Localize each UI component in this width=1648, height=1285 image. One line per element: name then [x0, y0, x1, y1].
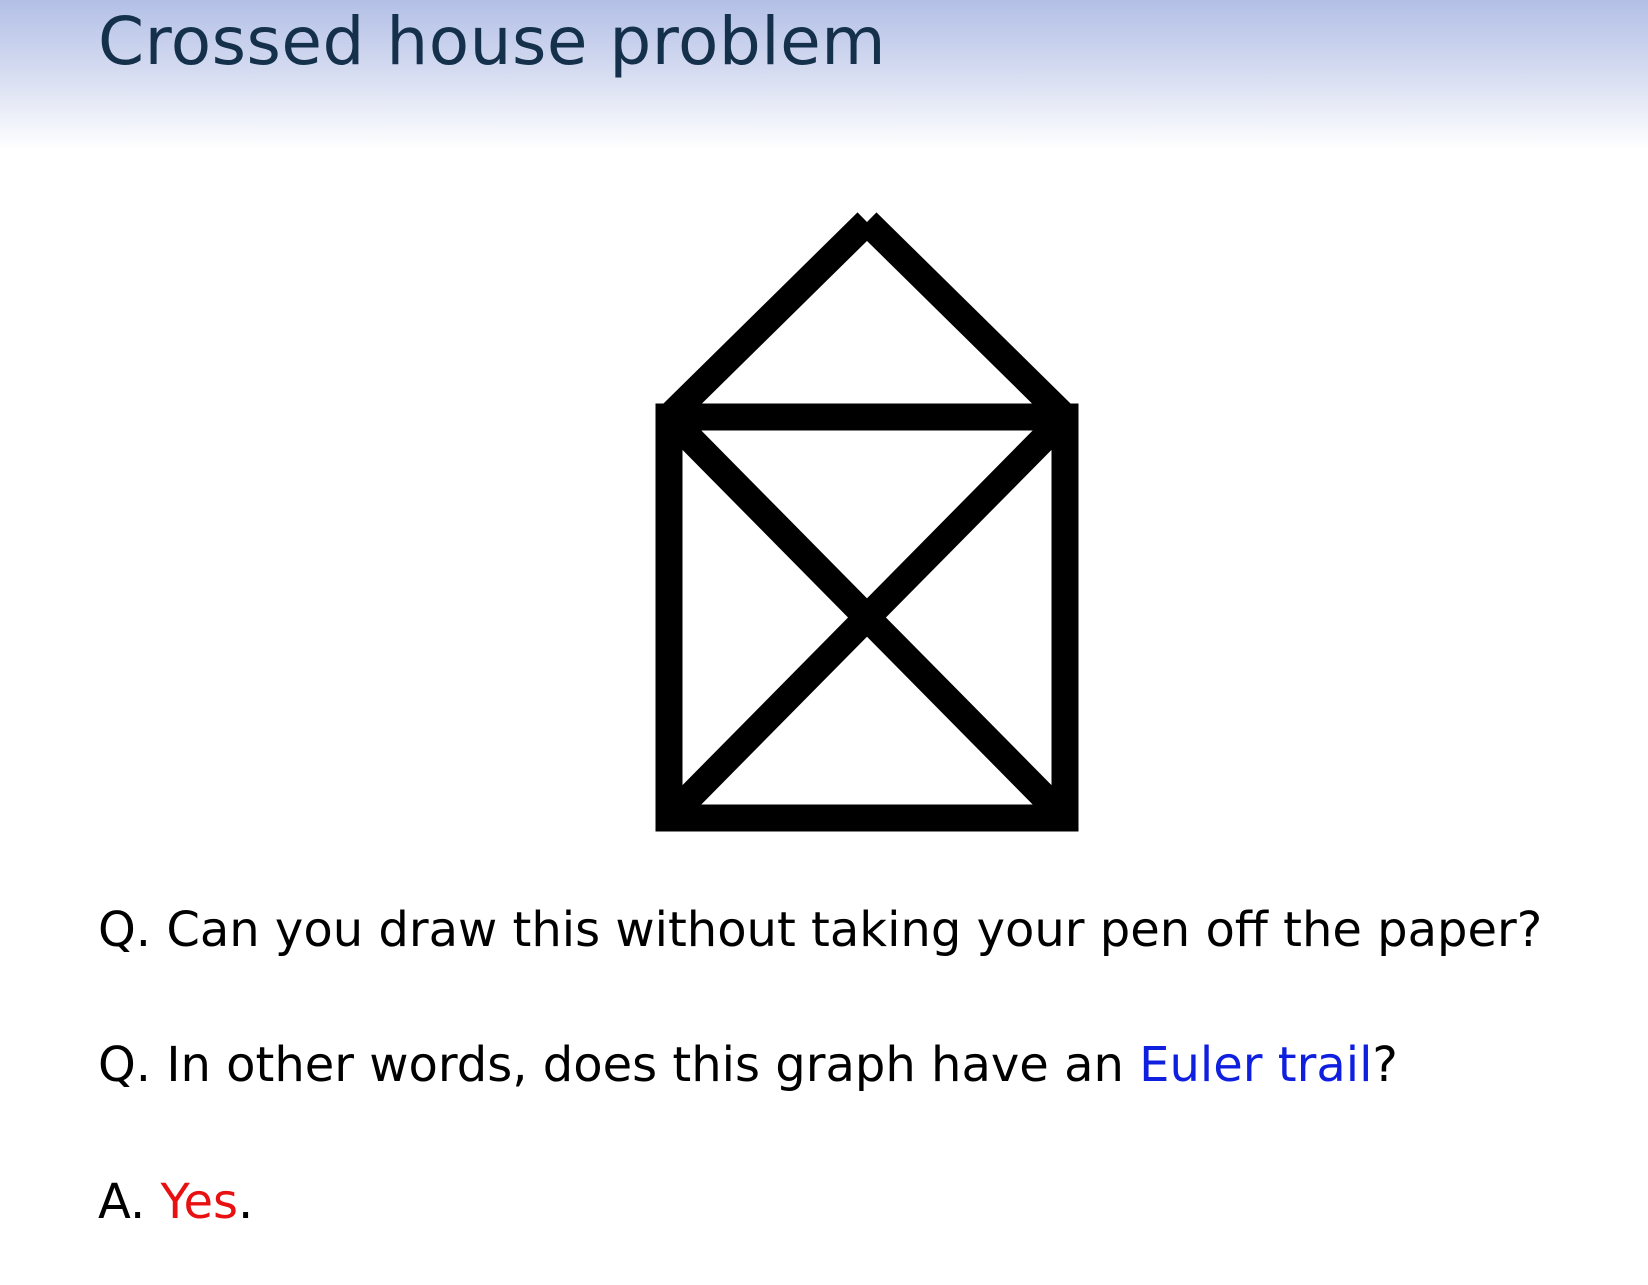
answer-prefix: A.: [98, 1174, 146, 1230]
answer-yes: Yes: [160, 1174, 238, 1230]
crossed-house-figure: [655, 212, 1079, 832]
question-2-suffix: ?: [1372, 1037, 1398, 1093]
question-2: Q. In other words, does this graph have …: [98, 1035, 1398, 1095]
answer: A. Yes.: [98, 1172, 253, 1232]
house-roof-left-edge: [659, 212, 877, 427]
question-1-text: Can you draw this without taking your pe…: [166, 902, 1543, 958]
euler-trail-term: Euler trail: [1139, 1037, 1373, 1093]
question-2-prefix: Q.: [98, 1037, 152, 1093]
answer-suffix: .: [238, 1174, 254, 1230]
slide-title: Crossed house problem: [98, 3, 886, 80]
house-roof-right-edge: [857, 212, 1075, 427]
question-1: Q. Can you draw this without taking your…: [98, 900, 1542, 960]
question-2-text: In other words, does this graph have an: [166, 1037, 1124, 1093]
slide-header: Crossed house problem: [0, 0, 1648, 150]
question-1-prefix: Q.: [98, 902, 152, 958]
